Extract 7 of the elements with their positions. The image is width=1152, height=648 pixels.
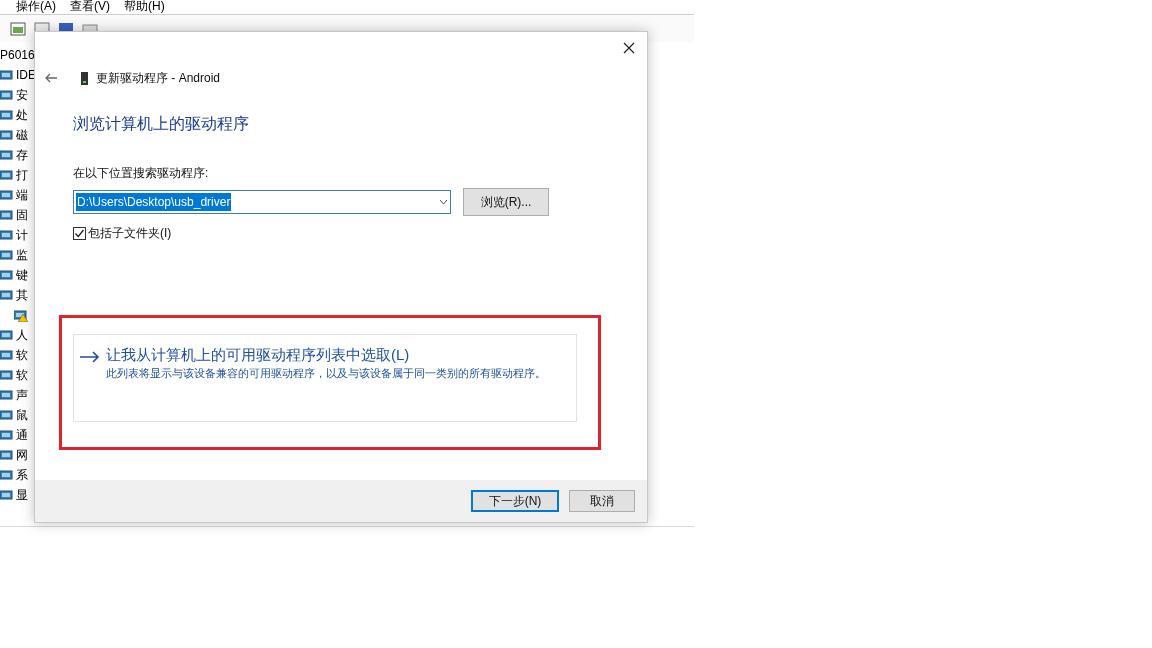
option-description: 此列表将显示与该设备兼容的可用驱动程序，以及与该设备属于同一类别的所有驱动程序。	[106, 366, 547, 381]
search-label: 在以下位置搜索驱动程序:	[73, 165, 210, 182]
page-heading: 浏览计算机上的驱动程序	[73, 114, 250, 134]
path-value: D:\Users\Desktop\usb_driver	[76, 193, 232, 211]
dialog-title: 更新驱动程序 - Android	[96, 70, 221, 87]
include-subfolders-label: 包括子文件夹(I)	[88, 225, 172, 242]
option-title: 让我从计算机上的可用驱动程序列表中选取(L)	[106, 345, 411, 365]
